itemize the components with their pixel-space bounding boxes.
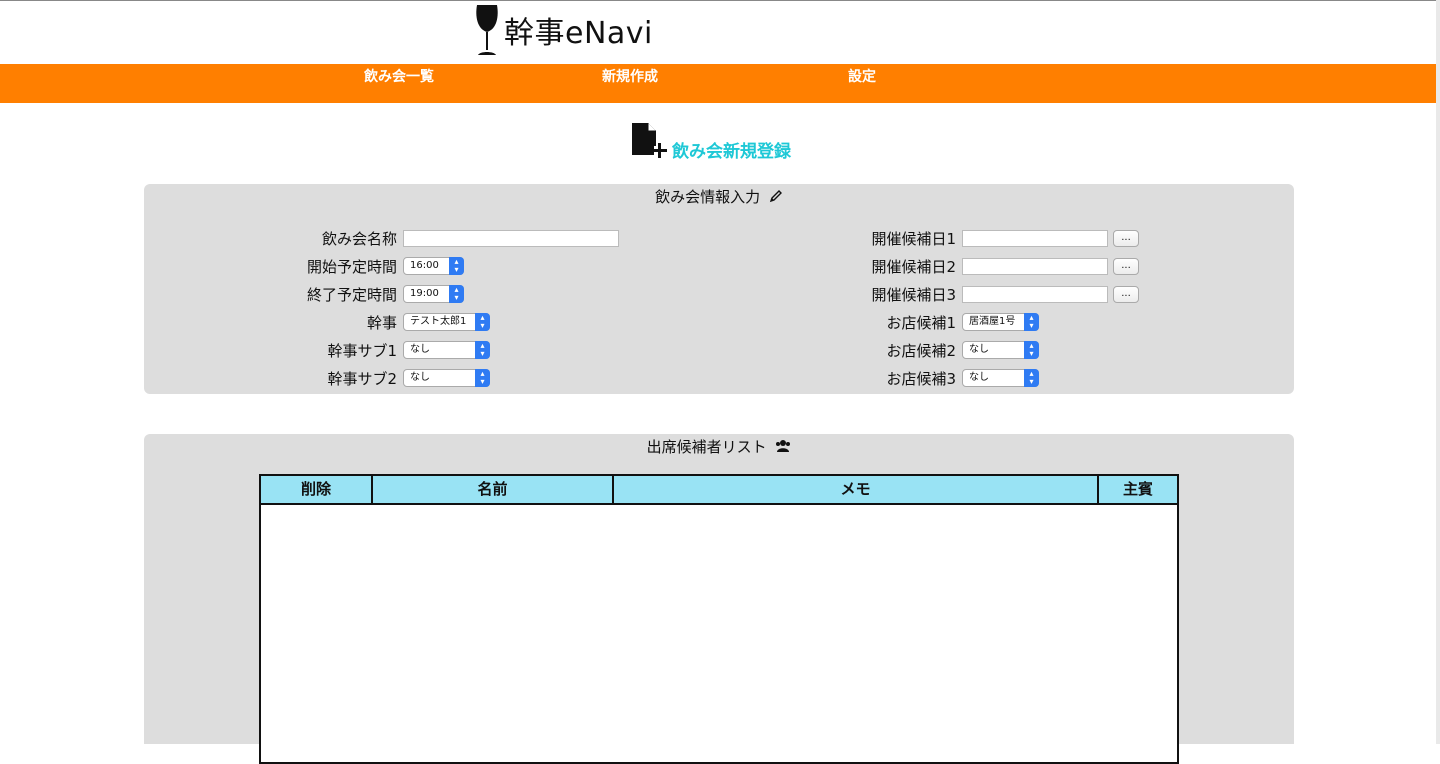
end-time-label: 終了予定時間 — [306, 285, 397, 304]
select-arrows-icon: ▴ ▾ — [449, 285, 464, 303]
shop-2-label: お店候補2 — [886, 341, 956, 360]
field-shop-3: お店候補3 なし ▴ ▾ — [844, 367, 1039, 389]
candidate-date-3-label: 開催候補日3 — [871, 285, 956, 304]
brand-logo[interactable]: 幹事eNavi — [472, 0, 653, 60]
end-time-select[interactable]: 19:00 ▴ ▾ — [403, 285, 464, 303]
shop-1-select[interactable]: 居酒屋1号 ▴ ▾ — [962, 313, 1039, 331]
sub-organizer-1-select[interactable]: なし ▴ ▾ — [403, 341, 490, 359]
candidate-date-2-input[interactable] — [962, 257, 1108, 275]
column-header-guest-of-honor: 主賓 — [1122, 480, 1153, 498]
pencil-icon — [769, 189, 783, 207]
event-info-panel: 飲み会情報入力 飲み会名称 開始予定時間 16:00 ▴ ▾ 終了予定時間 19:… — [144, 184, 1294, 394]
start-time-label: 開始予定時間 — [306, 257, 397, 276]
date-picker-button-2[interactable]: ... — [1113, 257, 1139, 275]
end-time-value: 19:00 — [410, 288, 439, 299]
select-arrows-icon: ▴ ▾ — [1024, 341, 1039, 359]
start-time-value: 16:00 — [410, 260, 439, 271]
select-arrows-icon: ▴ ▾ — [475, 369, 490, 387]
attendee-heading: 出席候補者リスト — [144, 436, 1294, 457]
shop-2-select[interactable]: なし ▴ ▾ — [962, 341, 1039, 359]
nav-item-event-list[interactable]: 飲み会一覧 — [364, 66, 434, 86]
sub-organizer-2-label: 幹事サブ2 — [327, 369, 397, 388]
nav-item-settings[interactable]: 設定 — [848, 66, 876, 86]
window-scrollbar-track — [1436, 0, 1440, 744]
shop-3-label: お店候補3 — [886, 369, 956, 388]
column-header-name: 名前 — [373, 476, 614, 503]
field-end-time: 終了予定時間 19:00 ▴ ▾ — [284, 283, 464, 305]
field-event-name: 飲み会名称 — [284, 227, 619, 249]
brand-name: 幹事eNavi — [504, 16, 653, 51]
attendee-table-header: 削除 名前 メモ 主賓 — [261, 476, 1177, 505]
window-top-border — [0, 0, 1440, 1]
event-name-input[interactable] — [403, 229, 619, 247]
users-icon — [775, 439, 791, 457]
shop-3-value: なし — [969, 372, 989, 383]
nav-item-new-event[interactable]: 新規作成 — [602, 66, 658, 86]
shop-1-value: 居酒屋1号 — [969, 316, 1016, 327]
field-candidate-date-2: 開催候補日2 ... — [844, 255, 1139, 277]
organizer-label: 幹事 — [366, 313, 397, 332]
select-arrows-icon: ▴ ▾ — [1024, 313, 1039, 331]
column-header-delete: 削除 — [261, 476, 373, 503]
page-title-block: 飲み会新規登録 — [630, 122, 791, 162]
date-picker-button-3[interactable]: ... — [1113, 285, 1139, 303]
select-arrows-icon: ▴ ▾ — [449, 257, 464, 275]
page-title: 飲み会新規登録 — [672, 142, 791, 162]
shop-3-select[interactable]: なし ▴ ▾ — [962, 369, 1039, 387]
sub-organizer-1-value: なし — [410, 344, 430, 355]
field-candidate-date-3: 開催候補日3 ... — [844, 283, 1139, 305]
candidate-date-2-label: 開催候補日2 — [871, 257, 956, 276]
shop-2-value: なし — [969, 344, 989, 355]
start-time-select[interactable]: 16:00 ▴ ▾ — [403, 257, 464, 275]
field-shop-2: お店候補2 なし ▴ ▾ — [844, 339, 1039, 361]
field-sub-organizer-1: 幹事サブ1 なし ▴ ▾ — [284, 339, 490, 361]
candidate-date-3-input[interactable] — [962, 285, 1108, 303]
field-shop-1: お店候補1 居酒屋1号 ▴ ▾ — [844, 311, 1039, 333]
main-navbar: 飲み会一覧 新規作成 設定 — [0, 64, 1436, 103]
file-add-icon — [632, 123, 667, 158]
sub-organizer-2-select[interactable]: なし ▴ ▾ — [403, 369, 490, 387]
organizer-value: テスト太郎1 — [410, 316, 467, 327]
event-info-heading: 飲み会情報入力 — [144, 186, 1294, 207]
shop-1-label: お店候補1 — [886, 313, 956, 332]
event-info-heading-text: 飲み会情報入力 — [655, 188, 761, 206]
sub-organizer-1-label: 幹事サブ1 — [327, 341, 397, 360]
field-organizer: 幹事 テスト太郎1 ▴ ▾ — [284, 311, 490, 333]
select-arrows-icon: ▴ ▾ — [475, 341, 490, 359]
wine-glass-icon — [476, 5, 498, 55]
column-header-memo: メモ — [614, 476, 1099, 503]
field-start-time: 開始予定時間 16:00 ▴ ▾ — [284, 255, 464, 277]
attendee-heading-text: 出席候補者リスト — [646, 438, 767, 456]
field-candidate-date-1: 開催候補日1 ... — [844, 227, 1139, 249]
field-sub-organizer-2: 幹事サブ2 なし ▴ ▾ — [284, 367, 490, 389]
sub-organizer-2-value: なし — [410, 372, 430, 383]
candidate-date-1-label: 開催候補日1 — [871, 229, 956, 248]
event-name-label: 飲み会名称 — [321, 229, 397, 248]
candidate-date-1-input[interactable] — [962, 229, 1108, 247]
date-picker-button-1[interactable]: ... — [1113, 229, 1139, 247]
select-arrows-icon: ▴ ▾ — [1024, 369, 1039, 387]
organizer-select[interactable]: テスト太郎1 ▴ ▾ — [403, 313, 490, 331]
attendee-table: 削除 名前 メモ 主賓 — [259, 474, 1179, 764]
select-arrows-icon: ▴ ▾ — [475, 313, 490, 331]
